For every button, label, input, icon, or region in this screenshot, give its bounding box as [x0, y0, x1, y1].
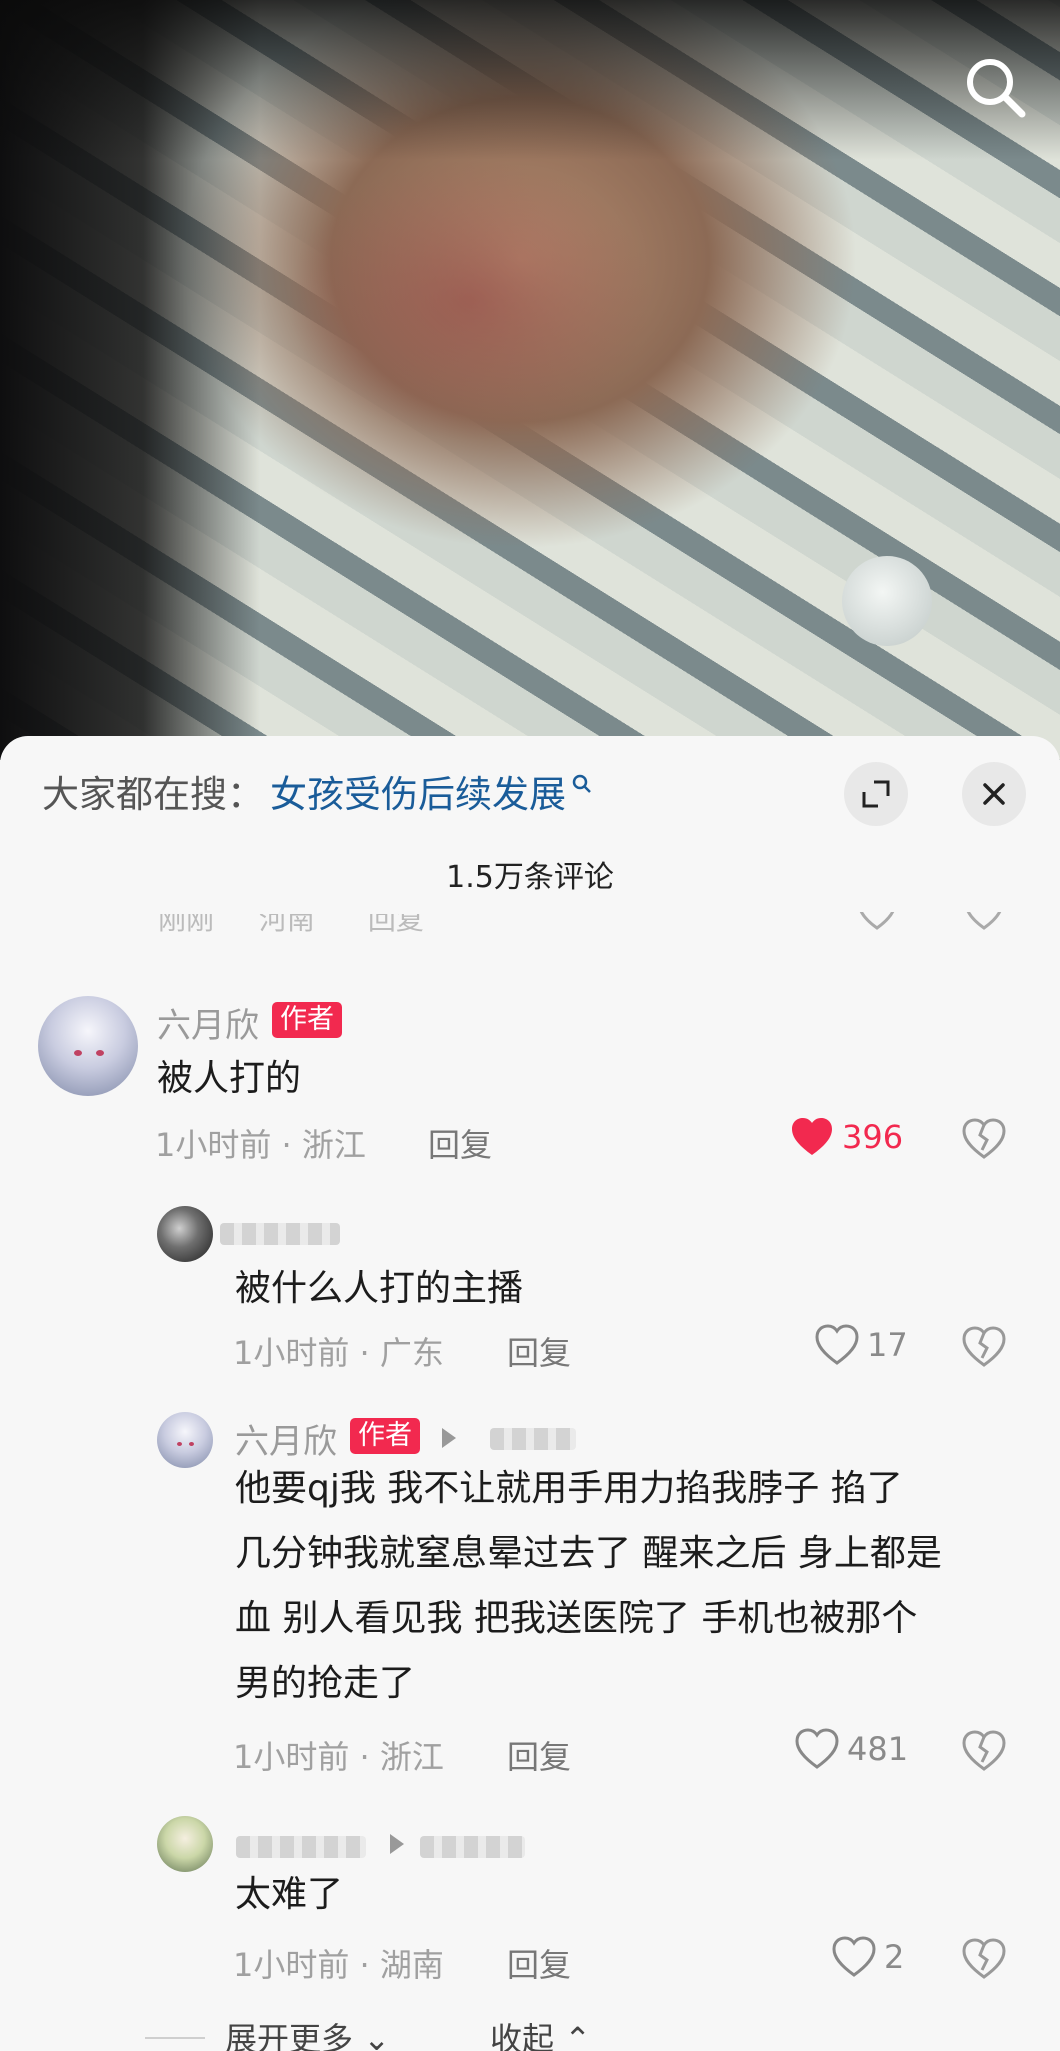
author-badge: 作者: [350, 1418, 420, 1454]
previous-comment-meta: 刚刚 河南 回复: [158, 914, 558, 936]
divider: [145, 2037, 205, 2039]
blurred-username: [490, 1428, 576, 1450]
reply-button[interactable]: 回复: [507, 1328, 571, 1374]
like-count: 396: [842, 1118, 904, 1156]
reply-location: 浙江: [379, 1738, 444, 1776]
reply-meta: 1小时前 · 广东: [233, 1334, 444, 1372]
dislike-icon[interactable]: [962, 1326, 1006, 1372]
blurred-username: [220, 1223, 340, 1245]
author-badge: 作者: [272, 1002, 342, 1038]
shirt-button-detail: [842, 556, 932, 646]
reply-meta: 1小时前 · 浙江: [233, 1738, 444, 1776]
comment-time: 1小时前: [155, 1126, 272, 1164]
search-icon[interactable]: [960, 52, 1030, 122]
collapse-button[interactable]: 收起 ⌃: [490, 2014, 591, 2051]
reply-text: 他要qj我 我不让就用手用力掐我脖子 掐了 几分钟我就窒息晕过去了 醒来之后 身…: [235, 1456, 1035, 1716]
reply-text-line: 男的抢走了: [235, 1663, 416, 1704]
comment-text: 被人打的: [157, 1058, 302, 1099]
prev-location: 河南: [258, 914, 315, 936]
like-button[interactable]: 2: [832, 1936, 904, 1978]
dislike-icon[interactable]: [962, 1118, 1006, 1164]
reply-avatar[interactable]: [157, 1412, 213, 1468]
expand-more-button[interactable]: 展开更多 ⌄: [225, 2014, 390, 2051]
reply-button[interactable]: 回复: [428, 1120, 492, 1166]
reply-button[interactable]: 回复: [507, 1940, 571, 1986]
blurred-username: [236, 1836, 366, 1858]
reply-button[interactable]: 回复: [507, 1732, 571, 1778]
heart-filled-icon: [792, 1118, 832, 1155]
like-count: 481: [847, 1730, 909, 1768]
comment-author[interactable]: 六月欣: [157, 998, 259, 1047]
reply-to-arrow-icon: [390, 1834, 404, 1854]
photo-shadow-top: [0, 0, 1060, 160]
avatar[interactable]: [38, 996, 138, 1096]
heart-outline-icon: [832, 1936, 876, 1977]
like-button[interactable]: 481: [795, 1728, 908, 1770]
like-count: 17: [867, 1326, 908, 1364]
reply-time: 1小时前: [233, 1946, 350, 1984]
like-button[interactable]: 396: [790, 1116, 903, 1158]
reply-text-line: 血 别人看见我 把我送医院了 手机也被那个: [235, 1598, 918, 1639]
like-count: 2: [884, 1938, 905, 1976]
expand-more-label: 展开更多: [225, 2020, 354, 2051]
reply-avatar[interactable]: [157, 1206, 213, 1262]
expand-icon[interactable]: [844, 762, 908, 826]
reply-time: 1小时前: [233, 1334, 350, 1372]
dislike-icon[interactable]: [962, 1938, 1006, 1984]
collapse-label: 收起: [490, 2020, 555, 2051]
prev-dislike-icon: [962, 912, 1006, 936]
heart-outline-icon: [795, 1728, 839, 1769]
reply-to-arrow-icon: [442, 1428, 456, 1448]
comment-count: 1.5万条评论: [446, 860, 614, 895]
blurred-username: [420, 1836, 525, 1858]
reply-text: 太难了: [235, 1874, 344, 1915]
reply-text: 被什么人打的主播: [235, 1268, 524, 1309]
reply-text-line: 几分钟我就窒息晕过去了 醒来之后 身上都是: [235, 1533, 942, 1574]
reply-meta: 1小时前 · 湖南: [233, 1946, 444, 1984]
search-prefix: 大家都在搜：: [42, 773, 264, 816]
close-icon[interactable]: [962, 762, 1026, 826]
comment-location: 浙江: [301, 1126, 366, 1164]
reply-location: 湖南: [379, 1946, 444, 1984]
prev-time: 刚刚: [158, 914, 215, 936]
prev-like-icon: [855, 912, 899, 936]
reply-location: 广东: [379, 1334, 444, 1372]
video-frame-image[interactable]: [0, 0, 1060, 760]
heart-outline-icon: [815, 1324, 859, 1365]
dislike-icon[interactable]: [962, 1730, 1006, 1776]
prev-reply: 回复: [367, 914, 424, 936]
comment-meta: 1小时前 · 浙江: [155, 1126, 366, 1164]
search-query-link[interactable]: 女孩受伤后续发展: [270, 764, 566, 818]
search-small-icon: [572, 760, 592, 803]
like-button[interactable]: 17: [815, 1324, 908, 1366]
trending-search-bar[interactable]: 大家都在搜： 女孩受伤后续发展: [42, 766, 592, 816]
reply-time: 1小时前: [233, 1738, 350, 1776]
chevron-up-icon: ⌃: [564, 2020, 591, 2051]
chevron-down-icon: ⌄: [363, 2020, 390, 2051]
reply-text-line: 他要qj我 我不让就用手用力掐我脖子 掐了: [235, 1468, 903, 1509]
comment-sheet: 大家都在搜： 女孩受伤后续发展 1.5万条评论 刚刚 河南 回复 六月欣 作者 …: [0, 736, 1060, 2051]
reply-avatar[interactable]: [157, 1816, 213, 1872]
